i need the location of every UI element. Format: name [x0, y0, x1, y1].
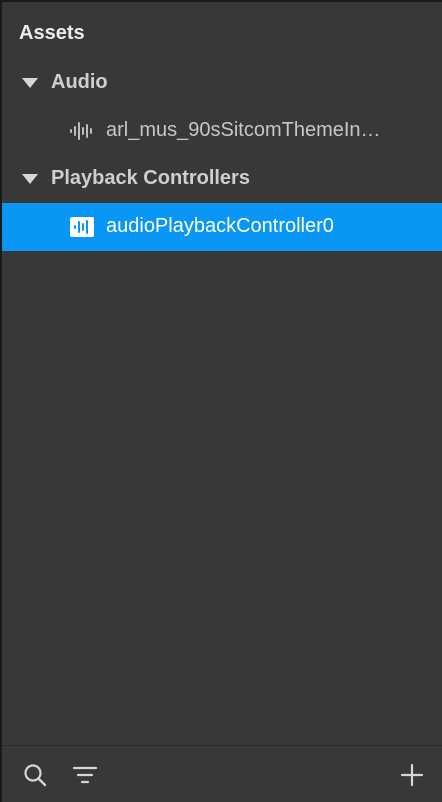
asset-item-playback-controller[interactable]: audioPlaybackController0	[2, 203, 442, 251]
panel-footer-toolbar	[2, 745, 442, 802]
group-label: Audio	[51, 71, 108, 93]
asset-label: audioPlaybackController0	[106, 215, 334, 237]
group-label: Playback Controllers	[51, 167, 250, 189]
panel-title: Assets	[19, 22, 85, 44]
asset-label: arl_mus_90sSitcomThemeIn…	[106, 119, 381, 141]
disclosure-triangle-icon[interactable]	[22, 78, 38, 88]
filter-icon[interactable]	[72, 762, 98, 788]
group-playback-controllers[interactable]: Playback Controllers	[2, 155, 442, 203]
disclosure-triangle-icon[interactable]	[22, 174, 38, 184]
audio-waveform-icon	[70, 122, 92, 140]
add-icon[interactable]	[399, 762, 425, 788]
playback-controller-icon	[70, 217, 94, 237]
group-audio[interactable]: Audio	[2, 59, 442, 107]
asset-tree: Audio arl_mus_90sSitcomThemeIn… Playback…	[2, 59, 442, 251]
assets-panel: Assets Audio arl_mus_90sSitcomThemeIn… P…	[0, 0, 442, 802]
search-icon[interactable]	[22, 762, 48, 788]
asset-item-audio-file[interactable]: arl_mus_90sSitcomThemeIn…	[2, 107, 442, 155]
